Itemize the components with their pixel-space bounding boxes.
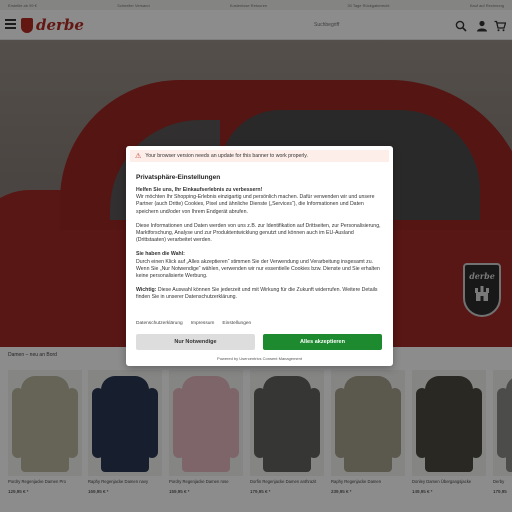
cookie-consent-dialog: ⚠ Your browser version needs an update f…: [126, 146, 393, 366]
privacy-policy-link[interactable]: Datenschutzerklärung: [136, 321, 183, 326]
warning-icon: ⚠: [135, 152, 142, 160]
dialog-body: Helfen Sie uns, Ihr Einkaufserlebnis zu …: [136, 187, 384, 309]
choice-heading: Sie haben die Wahl:: [136, 251, 185, 258]
important-text: Diese Auswahl können Sie jederzeit und m…: [136, 287, 378, 301]
important-heading: Wichtig:: [136, 287, 157, 294]
accept-all-button[interactable]: Alles akzeptieren: [263, 334, 382, 350]
dialog-links: Datenschutzerklärung Impressum Einstellu…: [136, 321, 251, 326]
intro-heading: Helfen Sie uns, Ihr Einkaufserlebnis zu …: [136, 187, 263, 193]
browser-warning: ⚠ Your browser version needs an update f…: [130, 150, 389, 162]
choice-text: Durch einen Klick auf „Alles akzeptieren…: [136, 258, 380, 280]
intro-text: Wir möchten Ihr Shopping-Erlebnis einzig…: [136, 194, 375, 215]
deny-button[interactable]: Nur Notwendige: [136, 334, 255, 350]
purpose-text: Diese Informationen und Daten werden von…: [136, 222, 381, 244]
settings-link[interactable]: Einstellungen: [222, 321, 251, 326]
imprint-link[interactable]: Impressum: [191, 321, 215, 326]
dialog-title: Privatsphäre-Einstellungen: [136, 174, 221, 181]
powered-by-text: Powered by Usercentrics Consent Manageme…: [217, 356, 302, 361]
warning-text: Your browser version needs an update for…: [145, 153, 308, 159]
